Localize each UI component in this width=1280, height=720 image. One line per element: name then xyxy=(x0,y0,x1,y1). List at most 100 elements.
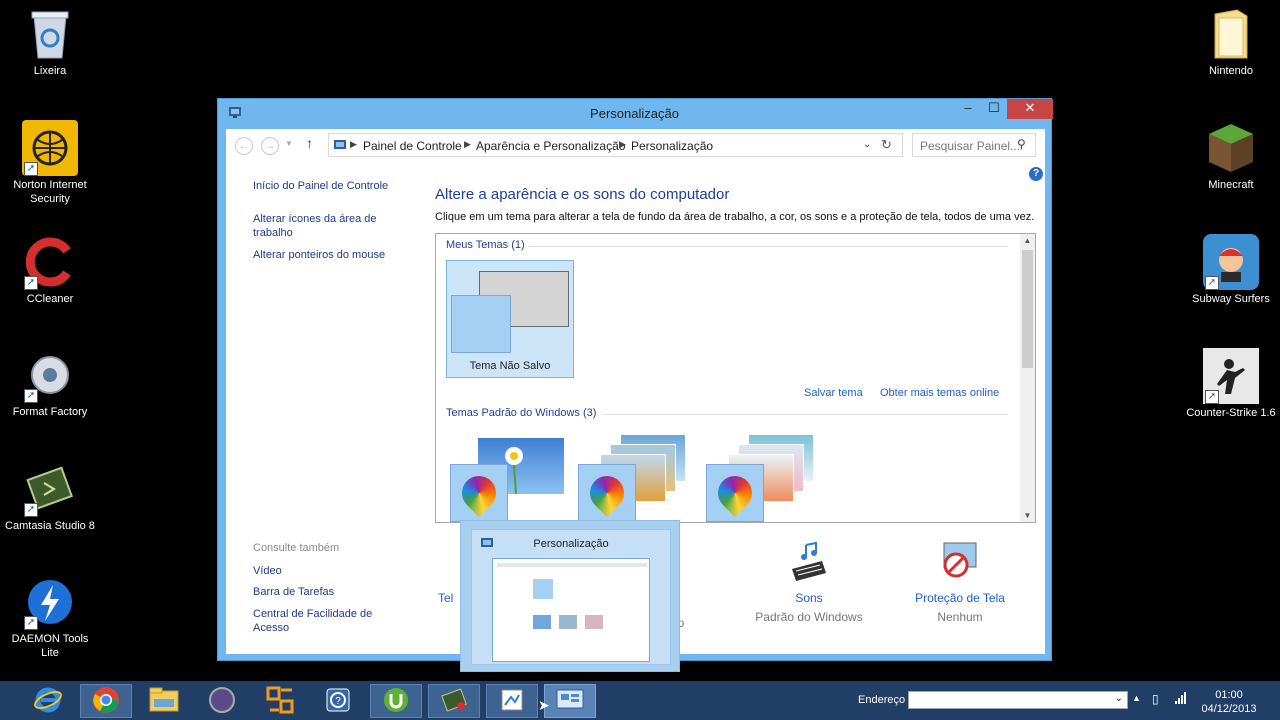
theme-preview-window xyxy=(451,295,511,353)
my-themes-group-label: Meus Temas (1) xyxy=(446,239,525,251)
format-factory-icon xyxy=(266,686,294,717)
desktop-icon-recycle-bin[interactable]: Lixeira xyxy=(2,6,98,78)
camtasia-icon xyxy=(440,686,468,717)
maximize-button[interactable]: ☐ xyxy=(980,99,1008,119)
sidebar-link-mouse-pointers[interactable]: Alterar ponteiros do mouse xyxy=(253,248,393,262)
desktop-icon-minecraft[interactable]: Minecraft xyxy=(1183,120,1279,192)
scroll-up-icon[interactable]: ▲ xyxy=(1020,236,1035,245)
window-title: Personalização xyxy=(590,106,679,121)
search-icon: ⚲ xyxy=(1017,137,1026,151)
breadcrumb-item[interactable]: Personalização xyxy=(631,139,713,153)
thumbnail-title: Personalização xyxy=(533,538,609,550)
desktop-icon-label: CCleaner xyxy=(26,293,74,305)
theme-flowers[interactable] xyxy=(706,434,824,522)
desktop-icon-counter-strike[interactable]: ➚ Counter-Strike 1.6 xyxy=(1183,348,1279,420)
taskbar-utorrent[interactable] xyxy=(370,684,422,718)
themes-scrollbar[interactable]: ▲ ▼ xyxy=(1020,234,1035,522)
desktop-icon-nintendo[interactable]: Nintendo xyxy=(1183,6,1279,78)
forward-icon[interactable]: → xyxy=(261,137,279,155)
breadcrumb-item[interactable]: Aparência e Personalização xyxy=(476,139,625,153)
close-button[interactable]: ✕ xyxy=(1007,99,1053,119)
desktop-icon-daemon-tools[interactable]: ➚ DAEMON Tools Lite xyxy=(2,574,98,660)
utorrent-icon xyxy=(382,686,410,717)
desktop-icon-camtasia[interactable]: ➚ Camtasia Studio 8 xyxy=(2,461,98,533)
sidebar-link-taskbar[interactable]: Barra de Tarefas xyxy=(253,585,393,599)
paint-icon xyxy=(499,687,525,716)
subway-surfers-icon: ➚ xyxy=(1203,234,1259,290)
taskbar-control-panel[interactable] xyxy=(544,684,596,718)
taskbar: ? ➤ Endereço ⌄ ↻ ▲ ▯ 01:00 04/12/2013 xyxy=(0,681,1280,720)
recent-pages-icon[interactable]: ▼ xyxy=(285,139,293,148)
window-titlebar[interactable]: Personalização – ☐ ✕ xyxy=(218,99,1053,127)
screensaver-item[interactable]: Proteção de Tela Nenhum xyxy=(900,539,1020,624)
sidebar-link-display[interactable]: Vídeo xyxy=(253,564,393,578)
desktop-icon-ccleaner[interactable]: ➚ CCleaner xyxy=(2,234,98,306)
mouse-cursor-icon: ➤ xyxy=(538,697,550,713)
sounds-item[interactable]: Sons Padrão do Windows xyxy=(746,539,872,624)
media-player-icon xyxy=(208,686,236,717)
desktop-icon-norton[interactable]: ➚ Norton Internet Security xyxy=(2,120,98,206)
desktop-icon-subway-surfers[interactable]: ➚ Subway Surfers xyxy=(1183,234,1279,306)
taskbar-camtasia[interactable] xyxy=(428,684,480,718)
control-panel-icon xyxy=(555,687,585,716)
desktop-icon-label: Norton Internet Security xyxy=(13,179,87,205)
taskbar-media-player[interactable] xyxy=(196,684,248,718)
taskbar-thumbnail-preview[interactable]: Personalização xyxy=(460,520,680,672)
windows-themes-group-label: Temas Padrão do Windows (3) xyxy=(446,407,597,419)
desktop-icon-label: Format Factory xyxy=(12,406,88,418)
back-icon[interactable]: ← xyxy=(235,137,253,155)
counter-strike-icon: ➚ xyxy=(1203,348,1259,404)
scroll-down-icon[interactable]: ▼ xyxy=(1020,511,1035,520)
search-input[interactable]: Pesquisar Painel... ⚲ xyxy=(912,133,1036,157)
internet-explorer-icon xyxy=(33,685,63,718)
sounds-icon xyxy=(746,539,872,585)
shortcut-arrow-icon: ➚ xyxy=(24,276,38,290)
theme-unsaved[interactable]: Tema Não Salvo xyxy=(446,260,574,378)
system-clock[interactable]: 01:00 04/12/2013 xyxy=(1196,688,1262,716)
thumbnail-frame: Personalização xyxy=(471,529,671,665)
taskbar-address-input[interactable]: ⌄ xyxy=(908,691,1128,709)
color-palette-icon xyxy=(450,464,508,522)
taskbar-help[interactable]: ? xyxy=(312,684,364,718)
taskbar-file-explorer[interactable] xyxy=(138,684,190,718)
network-icon[interactable] xyxy=(1174,691,1188,708)
minimize-button[interactable]: – xyxy=(954,99,982,119)
ccleaner-icon: ➚ xyxy=(22,234,78,290)
help-icon[interactable]: ? xyxy=(1029,167,1043,181)
chevron-right-icon: ▶ xyxy=(464,139,471,149)
sidebar-link-control-panel-home[interactable]: Início do Painel de Controle xyxy=(253,179,393,193)
breadcrumb-item[interactable]: Painel de Controle xyxy=(363,139,462,153)
theme-lines-colors[interactable] xyxy=(578,434,696,522)
camtasia-icon: ➚ xyxy=(22,461,78,517)
save-theme-link[interactable]: Salvar tema xyxy=(804,387,863,399)
taskbar-paint[interactable] xyxy=(486,684,538,718)
refresh-icon[interactable]: ↻ xyxy=(1106,691,1117,707)
address-toolbar-label: Endereço xyxy=(858,694,906,706)
format-factory-icon: ➚ xyxy=(22,347,78,403)
power-icon[interactable]: ▯ xyxy=(1152,692,1159,706)
get-more-themes-link[interactable]: Obter mais temas online xyxy=(880,387,999,399)
sidebar-link-desktop-icons[interactable]: Alterar ícones da área de trabalho xyxy=(253,212,393,240)
chevron-right-icon: ▶ xyxy=(619,139,626,149)
refresh-icon[interactable]: ↻ xyxy=(881,137,892,153)
daemon-tools-icon: ➚ xyxy=(22,574,78,630)
theme-windows[interactable] xyxy=(450,434,568,522)
taskbar-internet-explorer[interactable] xyxy=(22,684,74,718)
desktop-icon-format-factory[interactable]: ➚ Format Factory xyxy=(2,347,98,419)
desktop-background-label: Tel xyxy=(438,591,454,605)
svg-text:?: ? xyxy=(335,696,341,707)
address-bar[interactable]: ▶ Painel de Controle ▶ Aparência e Perso… xyxy=(328,133,903,157)
taskbar-format-factory[interactable] xyxy=(254,684,306,718)
scrollbar-thumb[interactable] xyxy=(1022,250,1033,368)
desktop-icon-label: Minecraft xyxy=(1208,179,1254,191)
up-icon[interactable]: ↑ xyxy=(306,135,313,151)
sidebar-link-ease-of-access[interactable]: Central de Facilidade de Acesso xyxy=(253,607,388,635)
chrome-icon xyxy=(92,686,120,717)
chevron-down-icon[interactable]: ⌄ xyxy=(863,139,871,150)
desktop-icon-label: Lixeira xyxy=(33,65,67,77)
show-hidden-icons-icon[interactable]: ▲ xyxy=(1132,693,1141,703)
desktop-background-item[interactable]: Tel xyxy=(438,591,453,605)
folder-icon xyxy=(1203,6,1259,62)
page-title: Altere a aparência e os sons do computad… xyxy=(435,186,730,203)
taskbar-chrome[interactable] xyxy=(80,684,132,718)
